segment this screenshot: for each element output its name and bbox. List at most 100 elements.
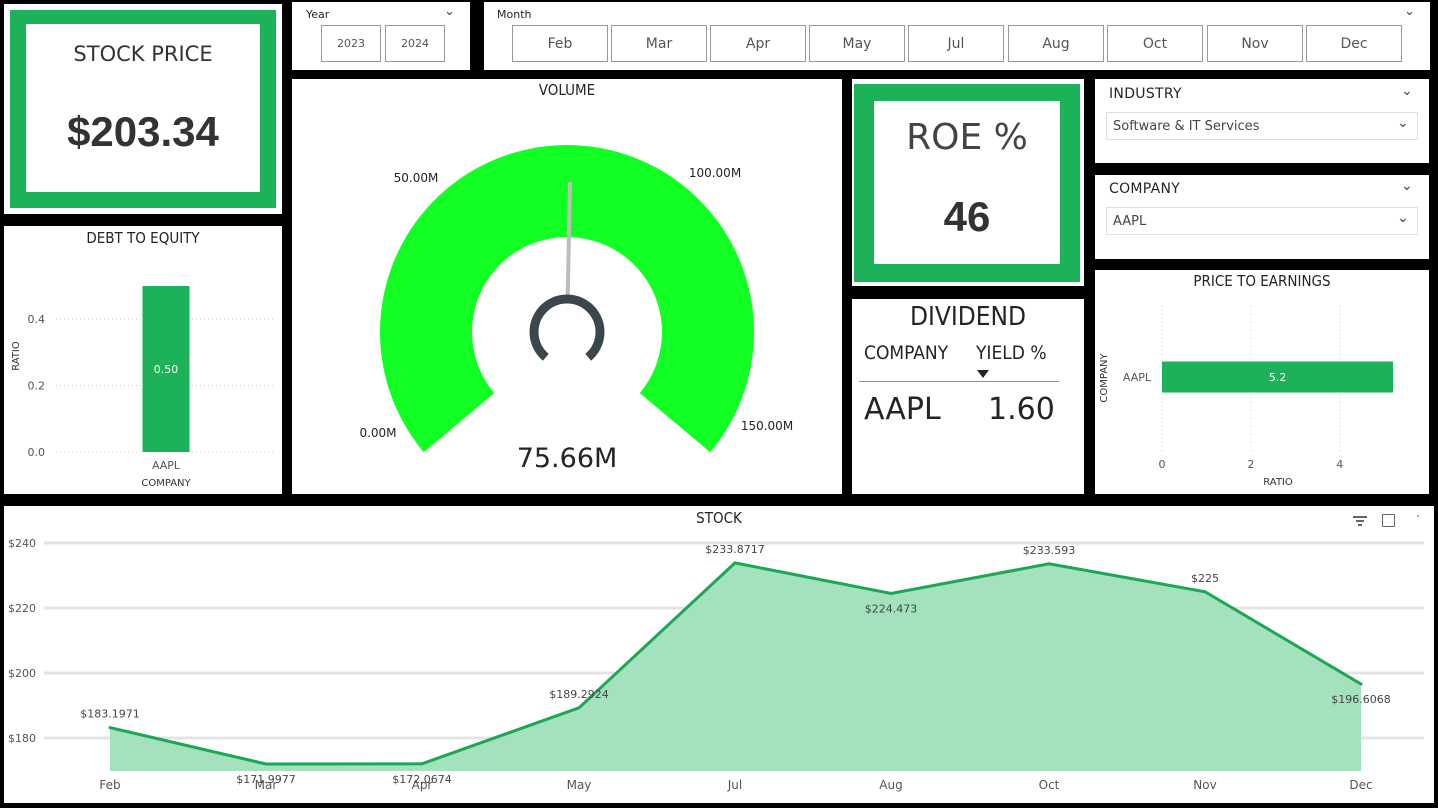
chevron-down-icon[interactable]: ⌄ (1401, 178, 1413, 194)
chevron-down-icon[interactable]: ⌄ (1397, 210, 1409, 226)
data-label: $196.6068 (1331, 693, 1391, 706)
stock-price-title: STOCK PRICE (73, 42, 213, 66)
year-slicer-label: Year (306, 8, 330, 21)
y-tick-label: $200 (8, 667, 36, 680)
month-slicer-label: Month (497, 8, 532, 21)
y-tick-label: 0.2 (28, 380, 46, 393)
dividend-table: DIVIDEND COMPANY YIELD % AAPL 1.60 (852, 299, 1084, 494)
month-aug-button[interactable]: Aug (1008, 25, 1104, 62)
price-to-earnings-chart: PRICE TO EARNINGS 0 2 4 RATIO COMPANY 5.2 AAPL (1095, 270, 1429, 494)
data-label: $224.473 (865, 602, 918, 615)
y-tick-label: AAPL (1123, 371, 1152, 384)
gauge-max-label: 150.00M (741, 419, 793, 433)
roe-card: ROE % 46 (852, 79, 1084, 286)
debt-to-equity-plot: 0.0 0.2 0.4 RATIO 0.50 AAPL COMPANY (11, 286, 276, 489)
month-slicer: Month ⌄ Feb Mar Apr May Jul Aug Oct Nov … (484, 2, 1430, 70)
industry-slicer: INDUSTRY ⌄ Software & IT Services ⌄ (1095, 79, 1429, 163)
chevron-down-icon[interactable]: ⌄ (1401, 83, 1413, 99)
y-tick-label: $180 (8, 732, 36, 745)
data-label: 5.2 (1269, 371, 1287, 384)
dividend-title: DIVIDEND (909, 302, 1027, 332)
data-point (1359, 682, 1363, 686)
year-2023-button[interactable]: 2023 (321, 25, 381, 62)
industry-dropdown[interactable]: Software & IT Services (1106, 112, 1418, 140)
company-slicer-title: COMPANY (1109, 181, 1181, 197)
x-tick-label: Apr (412, 778, 433, 792)
y-axis-label: COMPANY (1099, 352, 1110, 402)
y-tick-label: $240 (8, 537, 36, 550)
x-axis-label: RATIO (1263, 477, 1293, 488)
stock-price-card: STOCK PRICE $203.34 (4, 4, 282, 214)
data-point (108, 726, 112, 730)
x-tick-label: Aug (879, 778, 902, 792)
y-tick-label: 0.0 (28, 446, 46, 459)
year-slicer: Year ⌄ 2023 2024 (292, 2, 470, 70)
data-point (420, 762, 424, 766)
month-dec-button[interactable]: Dec (1306, 25, 1402, 62)
month-feb-button[interactable]: Feb (512, 25, 608, 62)
x-tick-label: 0 (1159, 458, 1166, 471)
month-jul-button[interactable]: Jul (908, 25, 1004, 62)
gauge-min-label: 0.00M (359, 426, 396, 440)
x-axis-label: COMPANY (141, 478, 191, 489)
chevron-down-icon[interactable]: ⌄ (1397, 115, 1409, 131)
needle (565, 181, 572, 303)
column-header-yield[interactable]: YIELD % (976, 342, 1047, 364)
data-label: $225 (1191, 572, 1219, 585)
year-2024-button[interactable]: 2024 (385, 25, 445, 62)
gauge-target-label: 100.00M (689, 166, 741, 180)
y-tick-label: $220 (8, 602, 36, 615)
column-header-company[interactable]: COMPANY (864, 342, 948, 364)
x-tick-label: Dec (1349, 778, 1372, 792)
roe-title: ROE % (906, 117, 1028, 158)
x-tick-label: Nov (1193, 778, 1216, 792)
chevron-down-icon[interactable]: ⌄ (444, 4, 455, 19)
data-label: $233.593 (1023, 544, 1076, 557)
data-label: $189.2924 (549, 688, 609, 701)
month-nov-button[interactable]: Nov (1207, 25, 1303, 62)
x-tick-label: Mar (255, 778, 278, 792)
x-tick-label: AAPL (152, 459, 181, 472)
data-point (1047, 562, 1051, 566)
data-label: $183.1971 (80, 708, 140, 721)
month-mar-button[interactable]: Mar (611, 25, 707, 62)
gauge-plot: 0.00M 150.00M 50.00M 100.00M (359, 145, 793, 453)
month-oct-button[interactable]: Oct (1107, 25, 1203, 62)
data-label: $233.8717 (705, 543, 765, 556)
x-tick-label: May (567, 778, 592, 792)
price-to-earnings-plot: 0 2 4 RATIO COMPANY 5.2 AAPL (1099, 306, 1393, 488)
card-inner: ROE % 46 (874, 101, 1060, 264)
data-point (264, 762, 268, 766)
data-point (1203, 590, 1207, 594)
x-tick-label: Feb (99, 778, 120, 792)
company-slicer: COMPANY ⌄ AAPL ⌄ (1095, 175, 1429, 259)
card-inner: STOCK PRICE $203.34 (26, 24, 260, 192)
stock-plot: $180$200$220$240$183.1971Feb $171.9977Mar… (8, 537, 1424, 792)
y-tick-label: 0.4 (28, 313, 46, 326)
gauge-value: 75.66M (516, 443, 618, 474)
month-may-button[interactable]: May (809, 25, 905, 62)
debt-to-equity-chart: DEBT TO EQUITY 0.0 0.2 0.4 RATIO 0.50 AAPL COM… (4, 226, 282, 494)
industry-slicer-title: INDUSTRY (1109, 86, 1182, 102)
company-dropdown[interactable]: AAPL (1106, 207, 1418, 235)
month-apr-button[interactable]: Apr (710, 25, 806, 62)
header-divider (859, 381, 1059, 382)
data-label: 0.50 (154, 363, 179, 376)
roe-value: 46 (943, 193, 991, 240)
stock-price-value: $203.34 (67, 108, 219, 155)
x-tick-label: Jul (727, 778, 742, 792)
stock-chart: STOCK · $180 $200 $220 $240 $183.1971 Feb $171… (4, 506, 1434, 803)
sort-descending-icon[interactable] (977, 370, 989, 378)
chevron-down-icon[interactable]: ⌄ (1404, 4, 1415, 19)
volume-gauge: VOLUME 0.00M 150.00M 50.00M 100.00M 75.66M (292, 79, 842, 494)
y-axis-label: RATIO (11, 341, 22, 371)
x-tick-label: 4 (1336, 458, 1343, 471)
data-point (577, 706, 581, 710)
company-selected: AAPL (1113, 213, 1147, 229)
industry-selected: Software & IT Services (1113, 118, 1260, 134)
needle-hub (529, 294, 605, 361)
x-tick-label: Oct (1039, 778, 1060, 792)
x-tick-label: 2 (1247, 458, 1254, 471)
data-point (733, 561, 737, 565)
gauge-mid-label: 50.00M (394, 171, 439, 185)
